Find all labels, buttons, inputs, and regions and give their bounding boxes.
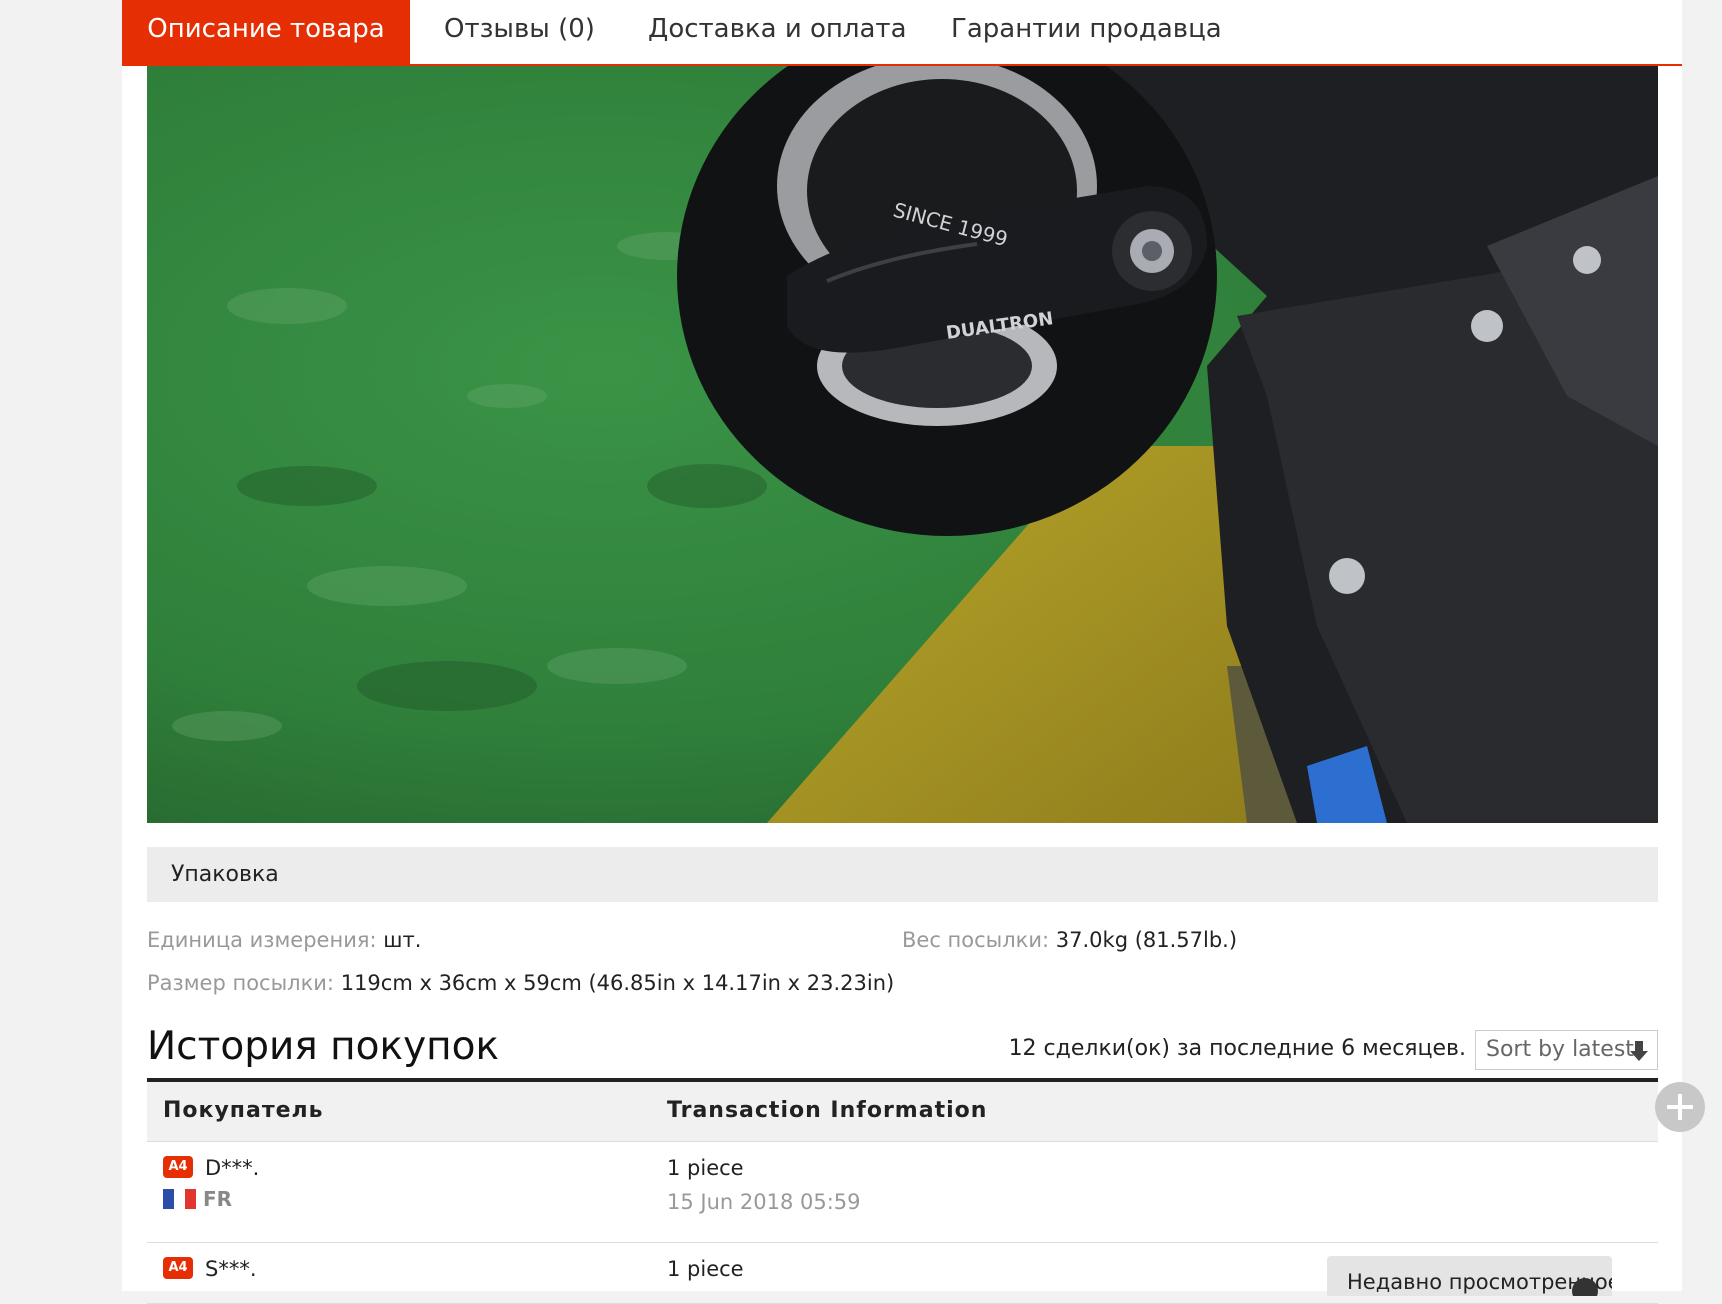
tab-reviews[interactable]: Отзывы (0)	[444, 0, 595, 64]
sort-label: Sort by latest	[1486, 1037, 1634, 1062]
transactions-count: 12 сделки(ок) за последние 6 месяцев.	[1008, 1036, 1466, 1061]
size-label: Размер посылки:	[147, 971, 335, 995]
purchase-history-header: История покупок 12 сделки(ок) за последн…	[147, 1016, 1658, 1082]
buyer-level-badge: A4	[163, 1156, 193, 1178]
flag-fr-icon	[163, 1189, 196, 1209]
sort-dropdown[interactable]: Sort by latest	[1475, 1030, 1658, 1070]
tab-shipping-payment[interactable]: Доставка и оплата	[648, 0, 907, 64]
weight-value: 37.0kg (81.57lb.)	[1055, 928, 1238, 952]
transaction-date: 15 Jun 2018 05:59	[667, 1190, 861, 1214]
table-row: A4 D***. FR 1 piece 15 Jun 2018 05:59	[147, 1142, 1658, 1243]
packaging-header: Упаковка	[147, 847, 1658, 902]
buyer-country: FR	[203, 1187, 233, 1211]
recently-viewed-panel[interactable]: Недавно просмотренное	[1327, 1256, 1612, 1296]
size-value: 119cm x 36cm x 59cm (46.85in x 14.17in x…	[340, 971, 895, 995]
buyer-name: D***.	[205, 1156, 260, 1180]
tab-seller-guarantees[interactable]: Гарантии продавца	[951, 0, 1222, 64]
expand-plus-button[interactable]	[1655, 1082, 1705, 1132]
product-photo: DUALTRON SINCE 1999	[147, 66, 1658, 823]
unit-label: Единица измерения:	[147, 928, 377, 952]
purchase-history-title: История покупок	[147, 1024, 500, 1069]
weight-label: Вес посылки:	[902, 928, 1050, 952]
product-tabs: Описание товара Отзывы (0) Доставка и оп…	[122, 0, 1682, 66]
package-weight: Вес посылки: 37.0kg (81.57lb.)	[902, 928, 1237, 952]
buyer-name: S***.	[205, 1257, 257, 1281]
arrow-down-icon	[1630, 1041, 1648, 1061]
history-table-header: Покупатель Transaction Information	[147, 1082, 1658, 1142]
buyer-level-badge: A4	[163, 1257, 193, 1279]
column-buyer: Покупатель	[163, 1098, 324, 1123]
unit-of-measure: Единица измерения: шт.	[147, 928, 421, 952]
tab-description[interactable]: Описание товара	[122, 0, 410, 64]
unit-value: шт.	[383, 928, 422, 952]
product-page: Описание товара Отзывы (0) Доставка и оп…	[122, 0, 1682, 1304]
transaction-quantity: 1 piece	[667, 1257, 744, 1281]
package-size: Размер посылки: 119cm x 36cm x 59cm (46.…	[147, 971, 894, 995]
transaction-quantity: 1 piece	[667, 1156, 744, 1180]
column-transaction-info: Transaction Information	[667, 1098, 988, 1123]
